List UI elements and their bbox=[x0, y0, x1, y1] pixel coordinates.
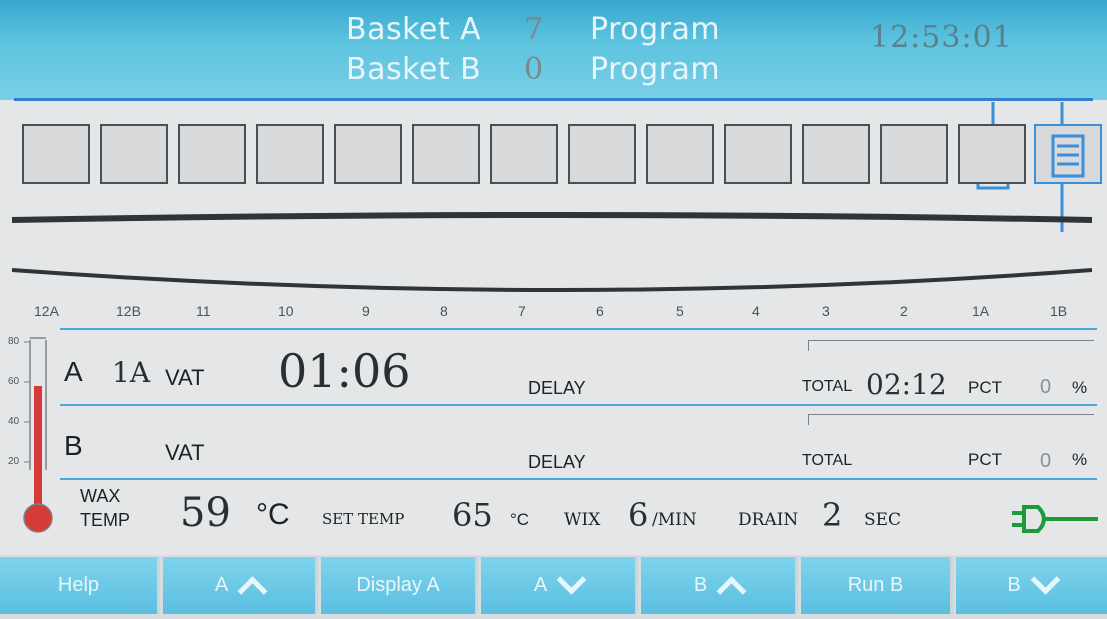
vat-2 bbox=[880, 124, 948, 184]
row-a-vat-label: VAT bbox=[165, 365, 205, 390]
vat-11 bbox=[178, 124, 246, 184]
row-b-pct-label: PCT bbox=[968, 450, 1002, 469]
wix-unit: /MIN bbox=[652, 510, 697, 530]
vat-4 bbox=[724, 124, 792, 184]
chevron-up-icon bbox=[237, 576, 268, 607]
basket-b-program-label: Program bbox=[590, 52, 721, 87]
row-b-delay-label: DELAY bbox=[528, 452, 586, 472]
row-b-total-label: TOTAL bbox=[802, 452, 853, 469]
rail-lower bbox=[11, 268, 1093, 292]
thermo-tick: 20 bbox=[8, 456, 20, 467]
vat-8 bbox=[412, 124, 480, 184]
basket-a-down-label: A bbox=[533, 574, 548, 596]
row-a-delay-label: DELAY bbox=[528, 378, 586, 398]
row-a-total-label: TOTAL bbox=[802, 378, 853, 395]
thermo-tick: 40 bbox=[8, 416, 20, 427]
row-b-progress-frame bbox=[808, 414, 1094, 425]
row-b-pct-unit: % bbox=[1072, 450, 1088, 469]
drain-unit: SEC bbox=[864, 510, 902, 530]
temp-label: TEMP bbox=[80, 510, 131, 530]
thermo-tick: 80 bbox=[8, 336, 20, 347]
panel-divider bbox=[60, 478, 1097, 480]
basket-b-label: Basket B bbox=[346, 52, 482, 87]
wix-label: WIX bbox=[564, 510, 601, 530]
row-a-progress-frame bbox=[808, 340, 1094, 351]
display-a-button[interactable]: Display A bbox=[321, 557, 478, 614]
drain-label: DRAIN bbox=[738, 510, 799, 530]
set-temp-label: SET TEMP bbox=[322, 510, 405, 528]
rail bbox=[11, 212, 1093, 223]
basket-a-program-number: 7 bbox=[524, 12, 544, 47]
wax-temp-value: 59 bbox=[180, 490, 231, 536]
thermometer-icon bbox=[23, 337, 53, 533]
status-header: Basket A 7 Program Basket B 0 Program 12… bbox=[0, 0, 1107, 101]
vat-label: 12A bbox=[34, 303, 59, 319]
drain-value: 2 bbox=[822, 496, 843, 534]
basket-b-up-button[interactable]: B bbox=[641, 557, 798, 614]
vat-10 bbox=[256, 124, 324, 184]
panel-divider bbox=[60, 404, 1097, 406]
help-button[interactable]: Help bbox=[0, 557, 160, 614]
clock: 12:53:01 bbox=[870, 20, 1013, 55]
row-a-time: 01:06 bbox=[278, 344, 411, 398]
basket-a-label: Basket A bbox=[346, 12, 482, 47]
row-a-id: A bbox=[64, 356, 83, 387]
row-a-pct-unit: % bbox=[1072, 378, 1088, 397]
vat-6 bbox=[568, 124, 636, 184]
vat-12A bbox=[22, 124, 90, 184]
vat-label: 11 bbox=[196, 303, 211, 319]
vat-label: 4 bbox=[752, 303, 760, 319]
row-b-vat-label: VAT bbox=[165, 440, 205, 465]
wix-value: 6 bbox=[628, 496, 649, 534]
chevron-up-icon bbox=[716, 576, 747, 607]
row-a-pct-label: PCT bbox=[968, 378, 1002, 397]
basket-b-down-button[interactable]: B bbox=[956, 557, 1107, 614]
basket-a-down-button[interactable]: A bbox=[481, 557, 638, 614]
basket-b-program-number: 0 bbox=[524, 52, 544, 87]
vat-3 bbox=[802, 124, 870, 184]
panel-divider bbox=[60, 328, 1097, 330]
vat-1A bbox=[958, 124, 1026, 184]
wax-temp-unit: °C bbox=[256, 498, 290, 531]
vat-label: 1A bbox=[972, 303, 990, 319]
row-b-id: B bbox=[64, 430, 83, 461]
chevron-down-icon bbox=[1030, 564, 1061, 595]
power-plug-icon bbox=[1012, 505, 1098, 533]
vat-label: 12B bbox=[116, 303, 141, 319]
vat-9 bbox=[334, 124, 402, 184]
basket-a-up-button[interactable]: A bbox=[163, 557, 318, 614]
display-a-label: Display A bbox=[356, 574, 440, 596]
run-b-label: Run B bbox=[847, 574, 904, 596]
row-a-total-value: 02:12 bbox=[866, 368, 947, 401]
basket-b-up-label: B bbox=[693, 574, 708, 596]
basket-a-program-label: Program bbox=[590, 12, 721, 47]
vat-7 bbox=[490, 124, 558, 184]
row-a-vat-value: 1A bbox=[112, 356, 151, 389]
row-a-pct-value: 0 bbox=[1040, 376, 1052, 398]
row-b-pct-value: 0 bbox=[1040, 450, 1052, 472]
basket-b-down-label: B bbox=[1007, 574, 1021, 596]
basket-a-up-label: A bbox=[214, 574, 229, 596]
screen: Basket A 7 Program Basket B 0 Program 12… bbox=[0, 0, 1107, 619]
set-temp-unit: °C bbox=[510, 510, 530, 529]
vat-12B bbox=[100, 124, 168, 184]
basket-b-icon bbox=[1051, 134, 1085, 178]
vat-label: 3 bbox=[822, 303, 830, 319]
vat-5 bbox=[646, 124, 714, 184]
set-temp-value: 65 bbox=[452, 496, 493, 534]
chevron-down-icon bbox=[556, 564, 587, 595]
vat-label: 10 bbox=[278, 303, 294, 319]
vat-label: 7 bbox=[518, 303, 526, 319]
vat-label: 8 bbox=[440, 303, 448, 319]
vat-label: 5 bbox=[676, 303, 684, 319]
vat-label: 2 bbox=[900, 303, 908, 319]
vat-label: 9 bbox=[362, 303, 370, 319]
run-b-button[interactable]: Run B bbox=[801, 557, 953, 614]
vat-label: 6 bbox=[596, 303, 604, 319]
vat-label: 1B bbox=[1050, 303, 1068, 319]
thermo-tick: 60 bbox=[8, 376, 20, 387]
help-button-label: Help bbox=[57, 574, 100, 596]
vat-1B bbox=[1034, 124, 1102, 184]
wax-label: WAX bbox=[80, 486, 121, 506]
